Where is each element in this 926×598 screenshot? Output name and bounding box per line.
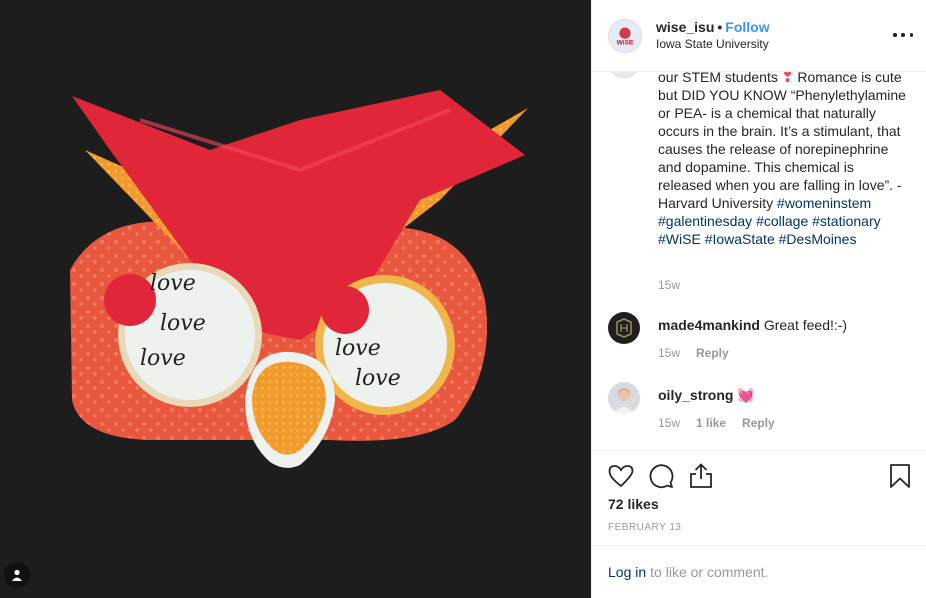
heart-emoji-icon: 💓 — [737, 387, 755, 403]
caption-text: our STEM students ❣ Romance is cute but … — [658, 72, 906, 248]
post-header: WiSE wise_isu • Follow Iowa State Universi… — [592, 0, 926, 72]
left-eye-lettering: love — [140, 346, 186, 371]
likes-count[interactable]: 72 likes — [608, 496, 659, 512]
comment-age[interactable]: 15w — [658, 346, 680, 360]
heart-emoji-icon: ❣ — [781, 72, 794, 85]
caption-part: Romance is cute but DID YOU KNOW “Phenyl… — [658, 72, 906, 211]
share-icon[interactable] — [688, 463, 714, 489]
hashtag-link[interactable]: #collage — [756, 213, 808, 229]
more-options-icon[interactable] — [893, 27, 913, 43]
heart-outline-icon[interactable] — [608, 463, 634, 489]
post-modal: love love love love love WiSE wise_isu •… — [0, 0, 926, 598]
reply-button[interactable]: Reply — [742, 416, 775, 430]
post-photo[interactable]: love love love love love — [0, 0, 591, 598]
avatar[interactable]: WiSE — [608, 18, 642, 53]
hashtag-link[interactable]: #galentinesday — [658, 213, 752, 229]
caption-avatar[interactable] — [608, 72, 640, 78]
right-eye-lettering: love — [355, 366, 401, 391]
comment-username[interactable]: made4mankind — [658, 317, 760, 333]
separator-dot: • — [717, 18, 723, 35]
owl-collage-image: love love love love love — [70, 90, 528, 468]
caption-part: our STEM students — [658, 72, 778, 85]
hashtag-link[interactable]: #womeninstem — [777, 195, 871, 211]
username-link[interactable]: wise_isu — [656, 19, 714, 35]
avatar[interactable] — [608, 382, 640, 414]
login-suffix: to like or comment. — [650, 564, 769, 580]
caption-age[interactable]: 15w — [658, 278, 680, 292]
action-bar: 72 likes FEBRUARY 13 — [592, 450, 926, 545]
avatar[interactable] — [608, 312, 640, 344]
avatar-wordmark: WiSE — [617, 39, 634, 46]
hashtag-link[interactable]: #DesMoines — [779, 231, 857, 247]
left-eye-lettering: love — [160, 311, 206, 336]
comment-likes[interactable]: 1 like — [696, 416, 726, 430]
user-tag-icon[interactable] — [4, 562, 30, 588]
post-date[interactable]: FEBRUARY 13 — [608, 522, 682, 533]
hashtag-link[interactable]: #stationary — [812, 213, 880, 229]
left-eye-lettering: love — [150, 271, 196, 296]
speech-bubble-icon[interactable] — [648, 463, 674, 489]
comment-username[interactable]: oily_strong — [658, 387, 733, 403]
post-side-panel: WiSE wise_isu • Follow Iowa State Universi… — [591, 0, 926, 598]
comment-age[interactable]: 15w — [658, 416, 680, 430]
hashtag-link[interactable]: #IowaState — [705, 231, 775, 247]
reply-button[interactable]: Reply — [696, 346, 729, 360]
comments-list[interactable]: our STEM students ❣ Romance is cute but … — [592, 72, 926, 450]
comment-text: Great feed!:-) — [763, 317, 848, 333]
follow-button[interactable]: Follow — [725, 19, 769, 35]
login-prompt: Log in to like or comment. — [592, 545, 926, 598]
hashtag-link[interactable]: #WiSE — [658, 231, 701, 247]
right-eye-lettering: love — [335, 336, 381, 361]
login-link[interactable]: Log in — [608, 564, 646, 580]
location-link[interactable]: Iowa State University — [656, 36, 770, 53]
bookmark-icon[interactable] — [887, 463, 913, 489]
